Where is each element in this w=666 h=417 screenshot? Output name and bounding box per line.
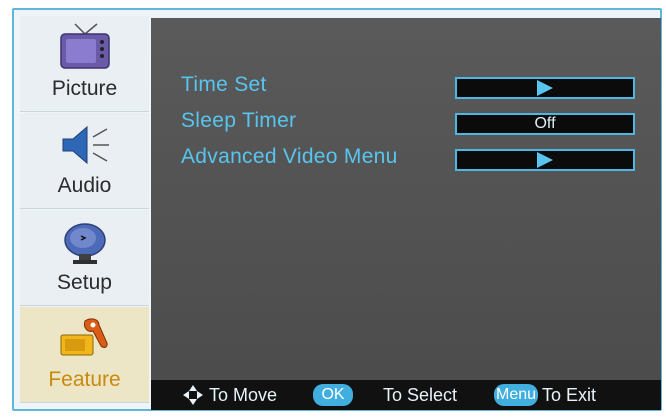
sidebar-item-feature[interactable]: Feature [20,307,149,403]
time-set-value-box[interactable] [455,77,635,99]
sidebar-item-picture[interactable]: Picture [20,16,149,112]
menu-item-label: Advanced Video Menu [181,145,398,168]
arrow-right-icon [537,80,553,96]
menu-item-advanced-video-menu[interactable]: Advanced Video Menu [181,145,398,169]
menu-panel: Time Set Sleep Timer Off Advanced Video … [151,18,661,380]
exit-hint: To Exit [542,385,597,405]
sidebar-item-setup[interactable]: Setup [20,210,149,306]
sleep-timer-value-box[interactable]: Off [455,113,635,135]
ok-button-badge: OK [313,384,353,406]
menu-button-badge: Menu [494,384,538,406]
sidebar: Picture Audio Setup Feature [14,16,151,406]
menu-frame: Picture Audio Setup Feature Time Set Sle… [12,8,662,411]
sidebar-item-audio[interactable]: Audio [20,113,149,209]
satellite-dish-icon [63,223,106,264]
menu-item-sleep-timer[interactable]: Sleep Timer [181,109,296,133]
wrench-icon [60,318,108,356]
sidebar-item-label: Audio [57,174,112,197]
directional-pad-icon [183,385,203,405]
sidebar-item-label: Feature [48,368,121,391]
tv-icon [59,23,110,69]
sidebar-item-label: Picture [51,77,118,100]
advanced-video-value-box[interactable] [455,149,635,171]
arrow-right-icon [537,152,553,168]
move-hint: To Move [209,385,278,405]
menu-item-label: Sleep Timer [181,109,297,132]
sidebar-item-label: Setup [57,271,112,294]
sleep-timer-value: Off [534,115,556,132]
menu-item-time-set[interactable]: Time Set [181,73,267,97]
speaker-icon [62,125,109,165]
help-bar: To Move OK To Select Menu To Exit [151,380,661,410]
select-hint: To Select [383,385,458,405]
menu-item-label: Time Set [181,73,267,96]
